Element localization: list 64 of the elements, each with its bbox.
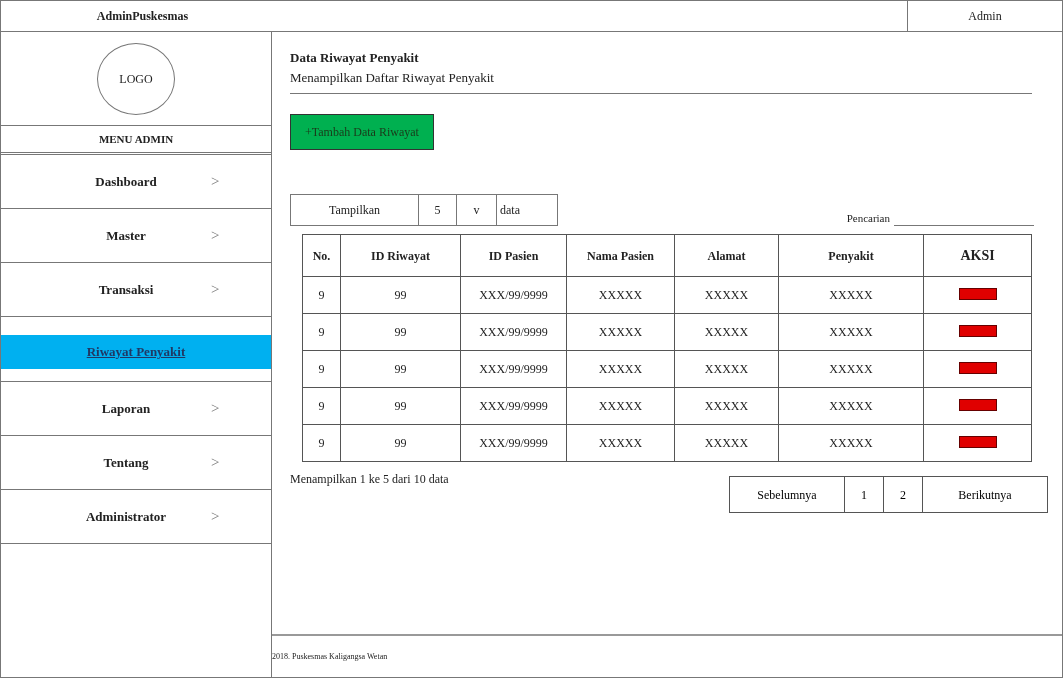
chevron-icon: > [211, 224, 271, 247]
table-cell: 9 [302, 313, 341, 351]
column-header: ID Pasien [460, 234, 567, 277]
action-button[interactable] [958, 399, 997, 411]
table-cell: XXXXX [566, 424, 675, 462]
chevron-icon: > [211, 451, 271, 474]
table-cell: 99 [340, 387, 461, 425]
chevron-icon: > [211, 505, 271, 528]
menu-label: Tentang [102, 453, 150, 472]
table-cell: XXXXX [674, 387, 779, 425]
table-cell: 9 [302, 424, 341, 462]
chevron-icon: > [211, 397, 271, 420]
table-cell: 9 [302, 350, 341, 388]
submenu-item[interactable]: Riwayat Penyakit [1, 335, 271, 369]
table-info: Menampilkan 1 ke 5 dari 10 data [290, 471, 449, 488]
column-header: Alamat [674, 234, 779, 277]
action-button[interactable] [958, 288, 997, 300]
chevron-icon: > [211, 278, 271, 301]
table-cell: XXX/99/9999 [460, 276, 567, 314]
column-header: AKSI [923, 234, 1032, 277]
action-button[interactable] [958, 325, 997, 337]
table-cell: XXXXX [566, 313, 675, 351]
table-cell: 9 [302, 387, 341, 425]
search-label: Pencarian [846, 210, 890, 226]
table-cell: 99 [340, 276, 461, 314]
column-header: Nama Pasien [566, 234, 675, 277]
menu-label: Transaksi [97, 280, 155, 299]
table-cell: XXXXX [778, 424, 924, 462]
table-cell: XXXXX [778, 350, 924, 388]
table-cell: XXXXX [778, 313, 924, 351]
column-header: Penyakit [778, 234, 924, 277]
menu-label: Administrator [84, 507, 168, 526]
table-cell: 99 [340, 350, 461, 388]
table-cell: XXXXX [674, 350, 779, 388]
menu-label: Laporan [100, 399, 152, 418]
table-cell: XXXXX [778, 387, 924, 425]
action-button[interactable] [958, 362, 997, 374]
table-cell: XXX/99/9999 [460, 424, 567, 462]
user-label[interactable]: Admin [907, 1, 1062, 31]
menu-label: Dashboard [94, 172, 158, 191]
table-cell: 9 [302, 276, 341, 314]
action-button[interactable] [958, 436, 997, 448]
brand-title: AdminPuskesmas [95, 8, 190, 25]
table-cell: XXXXX [566, 350, 675, 388]
column-header: ID Riwayat [340, 234, 461, 277]
table-cell: XXX/99/9999 [460, 387, 567, 425]
table-cell: XXXXX [778, 276, 924, 314]
table-cell: XXX/99/9999 [460, 313, 567, 351]
footer-text: 2018. Puskesmas Kaligangsa Wetan [272, 650, 388, 663]
table-cell: XXXXX [566, 387, 675, 425]
table-cell: XXX/99/9999 [460, 350, 567, 388]
page-subtitle: Menampilkan Daftar Riwayat Penyakit [290, 68, 495, 87]
table-cell: XXXXX [674, 313, 779, 351]
page-title: Data Riwayat Penyakit [290, 49, 420, 67]
page-length-control[interactable]: Tampilkan 5 v data [290, 194, 558, 226]
table-cell: 99 [340, 313, 461, 351]
table-cell: XXXXX [674, 276, 779, 314]
menu-label: Master [105, 226, 147, 245]
table-cell: XXXXX [566, 276, 675, 314]
table-cell: 99 [340, 424, 461, 462]
table-cell: XXXXX [674, 424, 779, 462]
column-header: No. [302, 234, 341, 277]
add-button[interactable]: +Tambah Data Riwayat [290, 114, 434, 150]
chevron-icon: > [211, 170, 271, 193]
